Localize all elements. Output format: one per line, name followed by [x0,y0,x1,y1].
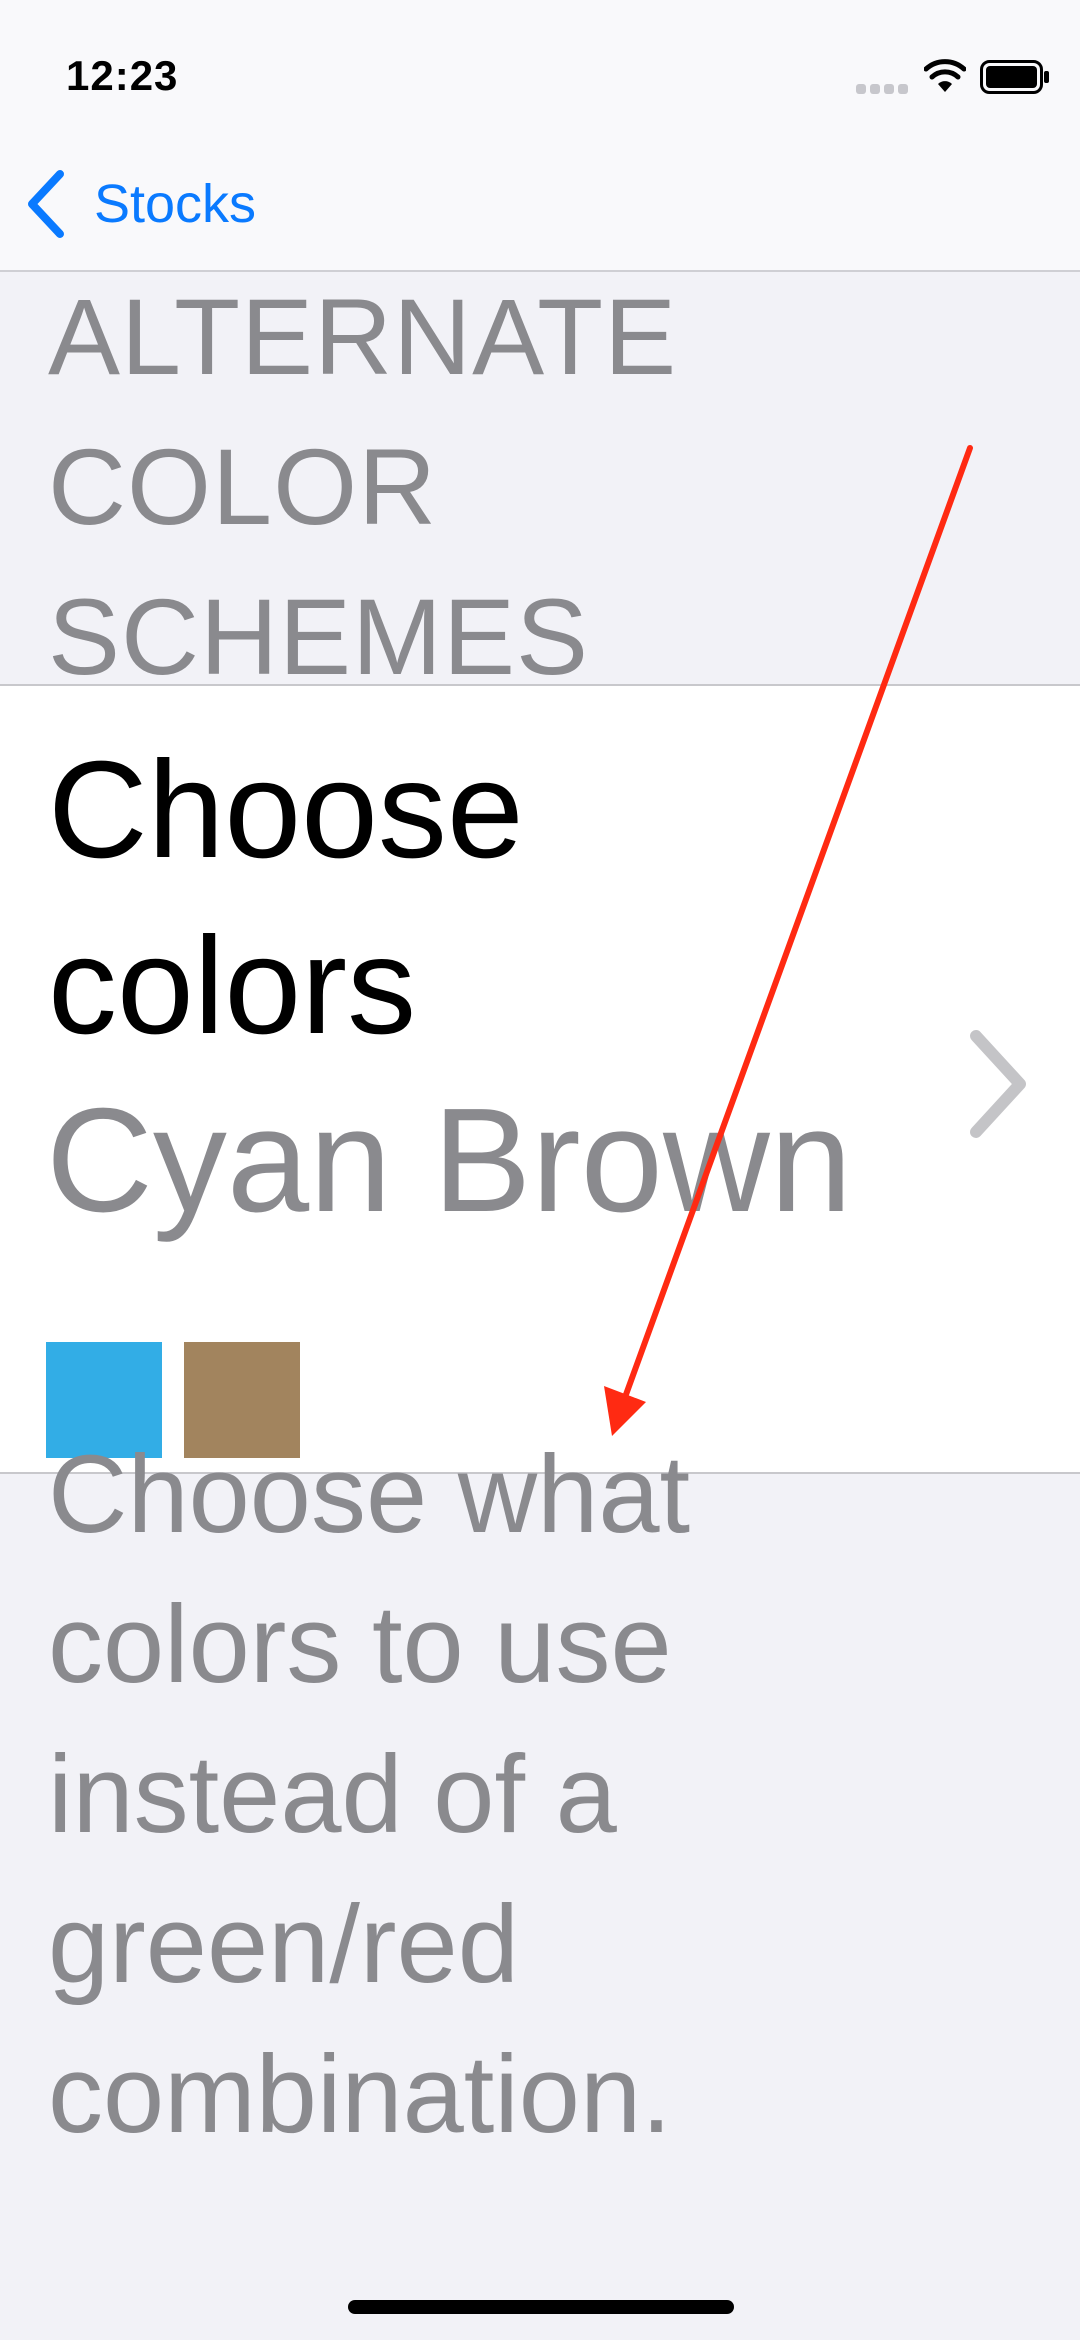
cell-title-line: colors [48,909,417,1063]
footer-line: colors to use [48,1583,672,1706]
chevron-right-icon [970,1030,1026,1138]
battery-icon [980,60,1049,94]
selected-color-scheme: Cyan Brown [46,1078,853,1243]
footer-line: green/red [48,1883,519,2006]
cell-title: Choose colors [48,722,948,1074]
wifi-icon [924,59,966,92]
chevron-left-icon [28,170,64,238]
footer-line: Choose what [48,1433,691,1556]
status-time: 12:23 [66,52,179,99]
back-button[interactable]: Stocks [24,164,256,244]
footer-line: combination. [48,2033,672,2156]
cell-title-line: Choose [48,733,524,887]
section-header-line: ALTERNATE [48,276,678,397]
back-button-label: Stocks [94,174,257,234]
status-bar: 12:23 [0,0,1080,150]
home-indicator[interactable] [348,2300,734,2314]
footer-line: instead of a [48,1733,617,1856]
section-header: ALTERNATE COLOR SCHEMES [48,262,1028,712]
choose-colors-cell[interactable]: Choose colors Cyan Brown [0,684,1080,1474]
cellular-signal-icon [856,84,908,94]
section-footer: Choose what colors to use instead of a g… [48,1420,948,2170]
section-header-line: COLOR [48,426,438,547]
navigation-bar: Stocks [0,150,1080,272]
